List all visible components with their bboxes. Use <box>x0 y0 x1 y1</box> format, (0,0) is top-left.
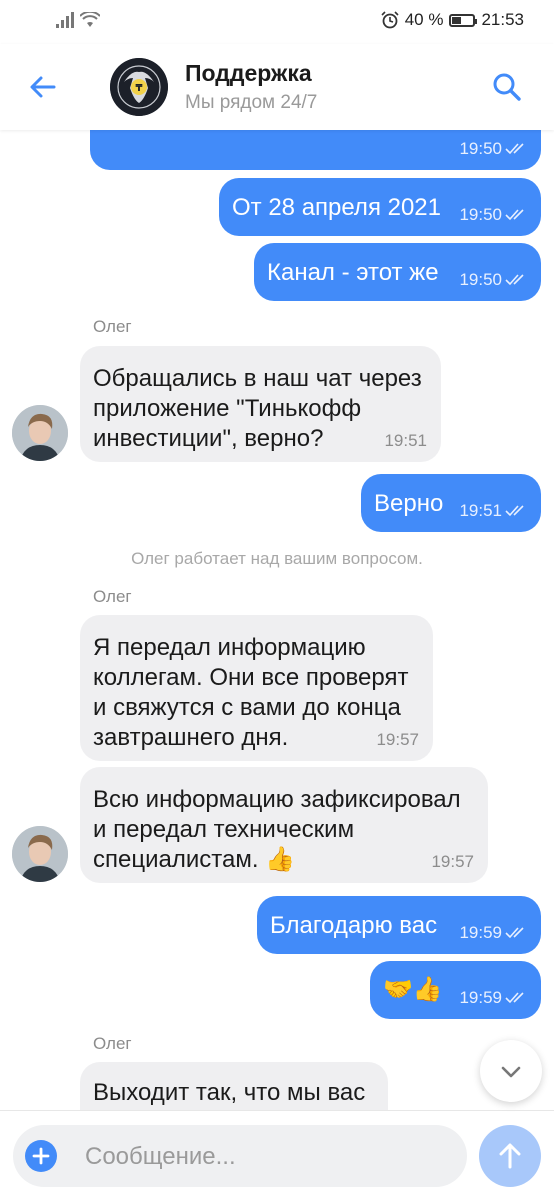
message-meta: 19:50 <box>459 271 527 289</box>
message-outgoing[interactable]: 🤝👍 19:59 <box>370 961 541 1019</box>
back-arrow-icon[interactable] <box>26 70 60 104</box>
message-time: 19:50 <box>459 139 502 158</box>
message-text: От 28 апреля 2021 <box>232 194 441 221</box>
message-time: 19:59 <box>459 923 502 942</box>
message-text: Канал - этот же <box>267 259 439 286</box>
message-incoming[interactable]: Обращались в наш чат через приложение "Т… <box>80 346 441 462</box>
message-line: Всю информацию зафиксировал <box>93 786 461 813</box>
search-icon[interactable] <box>490 70 524 104</box>
double-check-icon <box>505 927 524 939</box>
message-line: Обращались в наш чат через <box>93 365 422 392</box>
sender-name: Олег <box>93 587 132 606</box>
chat-subtitle: Мы рядом 24/7 <box>185 92 318 113</box>
bank-logo-icon: ₸ <box>110 58 168 116</box>
message-outgoing[interactable]: 19:50 <box>90 130 541 170</box>
double-check-icon <box>505 992 524 1004</box>
double-check-icon <box>505 505 524 517</box>
arrow-up-icon <box>499 1143 521 1169</box>
attach-button[interactable] <box>25 1140 57 1172</box>
battery-percent: 40 % <box>404 10 444 29</box>
signal-icon <box>56 12 74 28</box>
message-line: приложение "Тинькофф <box>93 395 362 422</box>
alarm-icon <box>381 11 399 29</box>
message-time: 19:50 <box>459 205 502 224</box>
message-meta: 19:51 <box>459 502 527 520</box>
message-text: Верно <box>374 490 444 517</box>
message-line: Выходит так, что мы вас <box>93 1079 366 1106</box>
message-time: 19:57 <box>376 730 419 749</box>
plus-icon <box>32 1147 50 1165</box>
sender-name: Олег <box>93 317 132 336</box>
message-meta: 19:50 <box>459 140 527 158</box>
message-line: и передал техническим <box>93 816 355 843</box>
svg-text:₸: ₸ <box>136 83 143 94</box>
wifi-icon <box>80 12 100 27</box>
message-outgoing[interactable]: От 28 апреля 2021 19:50 <box>219 178 541 236</box>
chevron-down-icon <box>501 1066 521 1078</box>
double-check-icon <box>505 143 524 155</box>
message-composer <box>0 1110 554 1201</box>
person-photo-icon <box>12 826 68 882</box>
clock: 21:53 <box>481 10 524 29</box>
message-time: 19:50 <box>459 270 502 289</box>
message-incoming[interactable]: Я передал информацию коллегам. Они все п… <box>80 615 433 761</box>
message-line: специалистам. 👍 <box>93 846 296 873</box>
message-line: и свяжутся с вами до конца <box>93 694 401 721</box>
message-line: Я передал информацию <box>93 634 366 661</box>
double-check-icon <box>505 274 524 286</box>
message-line: коллегам. Они все проверят <box>93 664 409 691</box>
message-time: 19:51 <box>384 431 427 450</box>
system-message: Олег работает над вашим вопросом. <box>131 549 423 568</box>
operator-avatar[interactable] <box>12 826 68 882</box>
chat-title: Поддержка <box>185 60 312 86</box>
chat-scroll-area[interactable]: 19:50 От 28 апреля 2021 19:50 Канал - эт… <box>0 130 554 1110</box>
message-time: 19:51 <box>459 501 502 520</box>
message-incoming[interactable]: Выходит так, что мы вас <box>80 1062 388 1110</box>
operator-avatar[interactable] <box>12 405 68 461</box>
message-meta: 19:57 <box>376 731 419 749</box>
sender-name: Олег <box>93 1034 132 1053</box>
signal-indicators <box>56 12 100 28</box>
message-meta: 19:50 <box>459 206 527 224</box>
status-right: 40 % 21:53 <box>381 10 524 30</box>
support-avatar[interactable]: ₸ <box>110 58 168 116</box>
message-outgoing[interactable]: Канал - этот же 19:50 <box>254 243 541 301</box>
message-text: Благодарю вас <box>270 912 438 939</box>
chat-header: ₸ Поддержка Мы рядом 24/7 <box>0 44 554 130</box>
battery-icon <box>449 13 478 27</box>
message-time: 19:59 <box>459 988 502 1007</box>
message-meta: 19:51 <box>384 432 427 450</box>
message-meta: 19:59 <box>459 989 527 1007</box>
message-input-wrapper[interactable] <box>13 1125 467 1189</box>
message-time: 19:57 <box>431 852 474 871</box>
message-text: 🤝👍 <box>383 976 443 1003</box>
message-meta: 19:59 <box>459 924 527 942</box>
message-outgoing[interactable]: Верно 19:51 <box>361 474 541 532</box>
message-outgoing[interactable]: Благодарю вас 19:59 <box>257 896 541 954</box>
double-check-icon <box>505 209 524 221</box>
scroll-to-bottom-button[interactable] <box>480 1040 542 1102</box>
message-incoming[interactable]: Всю информацию зафиксировал и передал те… <box>80 767 488 883</box>
message-meta: 19:57 <box>431 853 474 871</box>
person-photo-icon <box>12 405 68 461</box>
message-input[interactable] <box>83 1125 447 1189</box>
send-button[interactable] <box>479 1125 541 1187</box>
status-bar: 40 % 21:53 <box>0 0 554 44</box>
